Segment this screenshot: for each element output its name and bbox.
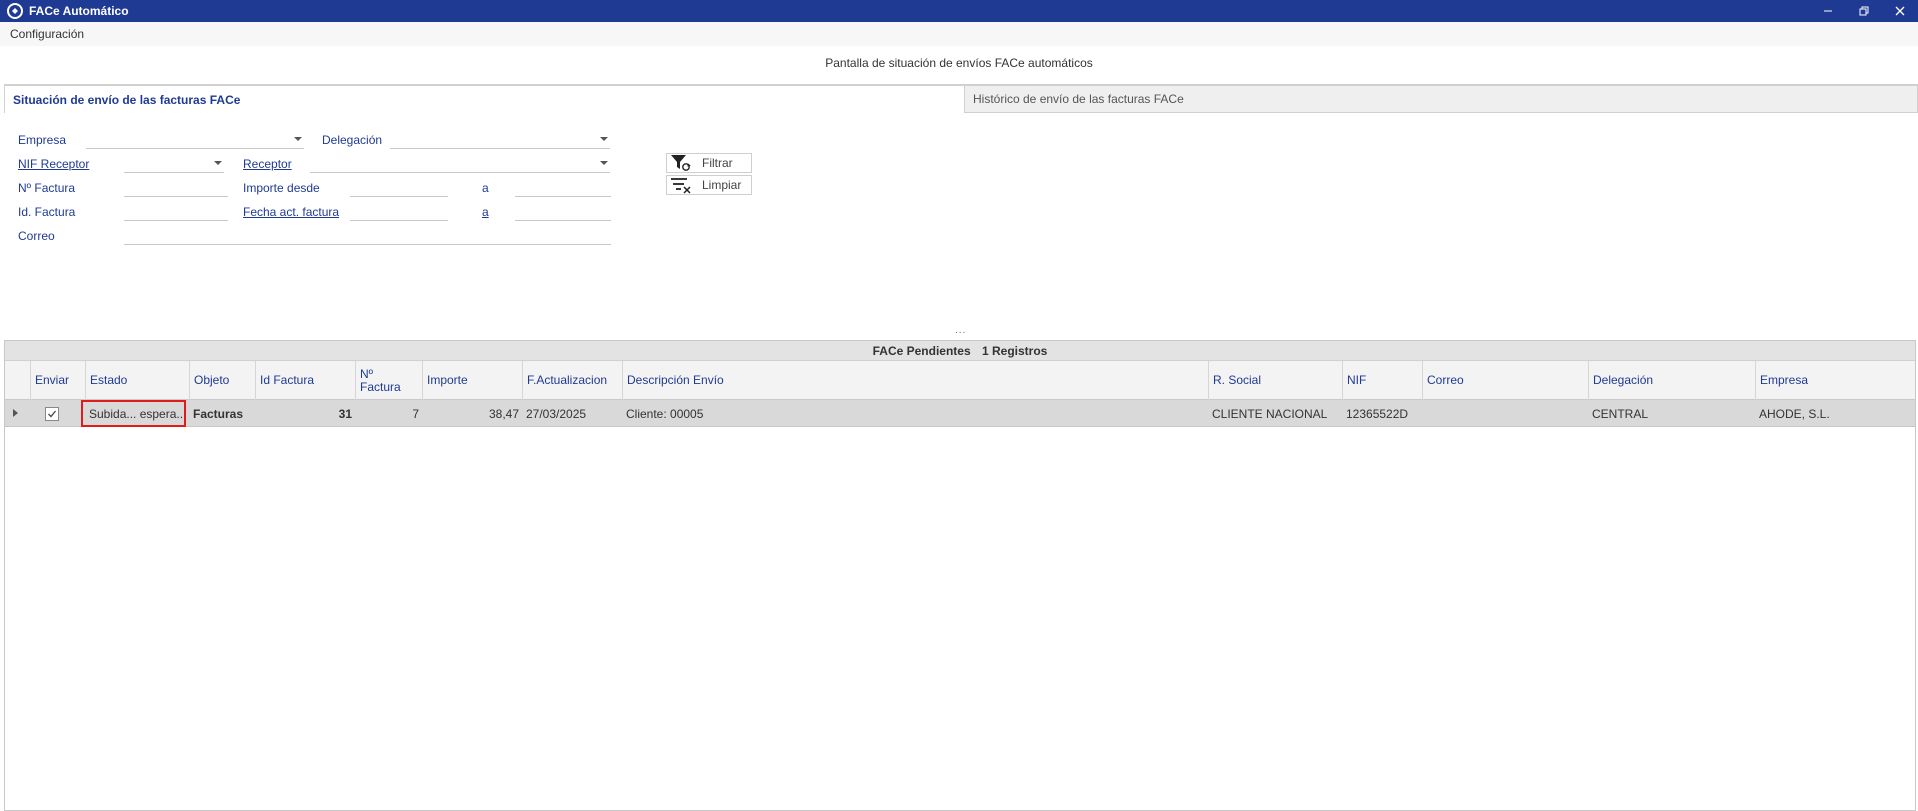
estado-highlight	[81, 400, 186, 427]
id-factura-input[interactable]	[124, 203, 228, 221]
delegacion-cell: CENTRAL	[1592, 406, 1649, 421]
limpiar-label: Limpiar	[702, 178, 742, 192]
restore-icon	[1859, 6, 1869, 16]
col-enviar[interactable]: Enviar	[30, 361, 85, 400]
title-bar: FACe Automático	[0, 0, 1918, 22]
r-social-cell: CLIENTE NACIONAL	[1212, 406, 1328, 421]
importe-a-label: a	[482, 181, 489, 195]
col-id-factura[interactable]: Id Factura	[255, 361, 355, 400]
col-f-actualizacion[interactable]: F.Actualizacion	[522, 361, 622, 400]
id-factura-cell: 31	[338, 406, 352, 421]
app-logo-icon	[7, 3, 23, 19]
grid-header: Enviar Estado Objeto Id Factura Nº Factu…	[5, 361, 1915, 400]
nif-cell: 12365522D	[1346, 406, 1409, 421]
fecha-a-link[interactable]: a	[482, 205, 489, 219]
col-nif[interactable]: NIF	[1342, 361, 1422, 400]
check-icon	[48, 410, 57, 417]
minimize-button[interactable]	[1810, 0, 1846, 22]
tab-situacion[interactable]: Situación de envío de las facturas FACe	[4, 85, 964, 113]
receptor-link[interactable]: Receptor	[243, 157, 292, 171]
correo-label: Correo	[18, 229, 55, 243]
objeto-cell: Facturas	[193, 406, 244, 421]
empresa-label: Empresa	[18, 133, 67, 147]
col-objeto[interactable]: Objeto	[189, 361, 255, 400]
importe-cell: 38,47	[488, 406, 519, 421]
col-n-factura-label: Nº Factura	[360, 366, 401, 394]
n-factura-cell: 7	[412, 406, 419, 421]
col-importe[interactable]: Importe	[422, 361, 522, 400]
grid-title: FACe Pendientes	[872, 344, 971, 358]
empresa-select[interactable]	[86, 131, 304, 149]
n-factura-label: Nº Factura	[18, 181, 76, 195]
correo-input[interactable]	[124, 227, 611, 245]
table-row[interactable]: Subida... espera... Facturas 31 7 38,47 …	[5, 400, 1915, 427]
enviar-cell	[45, 400, 75, 427]
n-factura-input[interactable]	[124, 179, 228, 197]
receptor-select[interactable]	[310, 155, 610, 173]
filtrar-button[interactable]: Filtrar	[666, 153, 752, 173]
descripcion-cell: Cliente: 00005	[626, 406, 704, 421]
chevron-down-icon	[600, 161, 608, 165]
menu-configuracion[interactable]: Configuración	[10, 27, 84, 41]
grid-caption: FACe Pendientes 1 Registros	[5, 341, 1915, 361]
page-heading: Pantalla de situación de envíos FACe aut…	[825, 56, 1093, 70]
filtrar-label: Filtrar	[702, 156, 733, 170]
limpiar-button[interactable]: Limpiar	[666, 175, 752, 195]
close-button[interactable]	[1882, 0, 1918, 22]
f-actualizacion-cell: 27/03/2025	[526, 406, 587, 421]
tab-historico[interactable]: Histórico de envío de las facturas FACe	[964, 85, 1918, 113]
filter-refresh-icon	[671, 155, 691, 171]
empresa-cell: AHODE, S.L.	[1759, 406, 1830, 421]
chevron-down-icon	[600, 137, 608, 141]
fecha-hasta-input[interactable]	[515, 203, 611, 221]
tab-bar: Situación de envío de las facturas FACe …	[4, 85, 1918, 113]
row-indicator-icon	[13, 409, 18, 417]
delegacion-label: Delegación	[322, 133, 383, 147]
delegacion-select[interactable]	[390, 131, 610, 149]
splitter-handle[interactable]: ...	[955, 325, 966, 336]
grid-count: 1 Registros	[982, 344, 1048, 358]
col-n-factura[interactable]: Nº Factura	[355, 361, 422, 400]
id-factura-label: Id. Factura	[18, 205, 76, 219]
clear-filter-icon	[671, 178, 691, 194]
enviar-checkbox[interactable]	[45, 406, 59, 421]
close-icon	[1895, 6, 1905, 16]
nif-receptor-select[interactable]	[124, 155, 224, 173]
restore-button[interactable]	[1846, 0, 1882, 22]
col-estado[interactable]: Estado	[85, 361, 189, 400]
col-delegacion[interactable]: Delegación	[1588, 361, 1755, 400]
col-empresa[interactable]: Empresa	[1755, 361, 1915, 400]
chevron-down-icon	[294, 137, 302, 141]
col-r-social[interactable]: R. Social	[1208, 361, 1342, 400]
fecha-desde-input[interactable]	[350, 203, 448, 221]
importe-desde-label: Importe desde	[243, 181, 320, 195]
fecha-act-factura-link[interactable]: Fecha act. factura	[243, 205, 339, 219]
correo-cell	[1422, 400, 1588, 427]
col-correo[interactable]: Correo	[1422, 361, 1588, 400]
menu-bar: Configuración	[0, 22, 1918, 46]
col-descripcion-envio[interactable]: Descripción Envío	[622, 361, 1208, 400]
chevron-down-icon	[214, 161, 222, 165]
minimize-icon	[1824, 10, 1832, 12]
importe-desde-input[interactable]	[350, 179, 448, 197]
importe-hasta-input[interactable]	[515, 179, 611, 197]
face-pendientes-grid: FACe Pendientes 1 Registros Enviar Estad…	[4, 340, 1916, 811]
nif-receptor-link[interactable]: NIF Receptor	[18, 157, 89, 171]
window-title: FACe Automático	[29, 4, 129, 18]
